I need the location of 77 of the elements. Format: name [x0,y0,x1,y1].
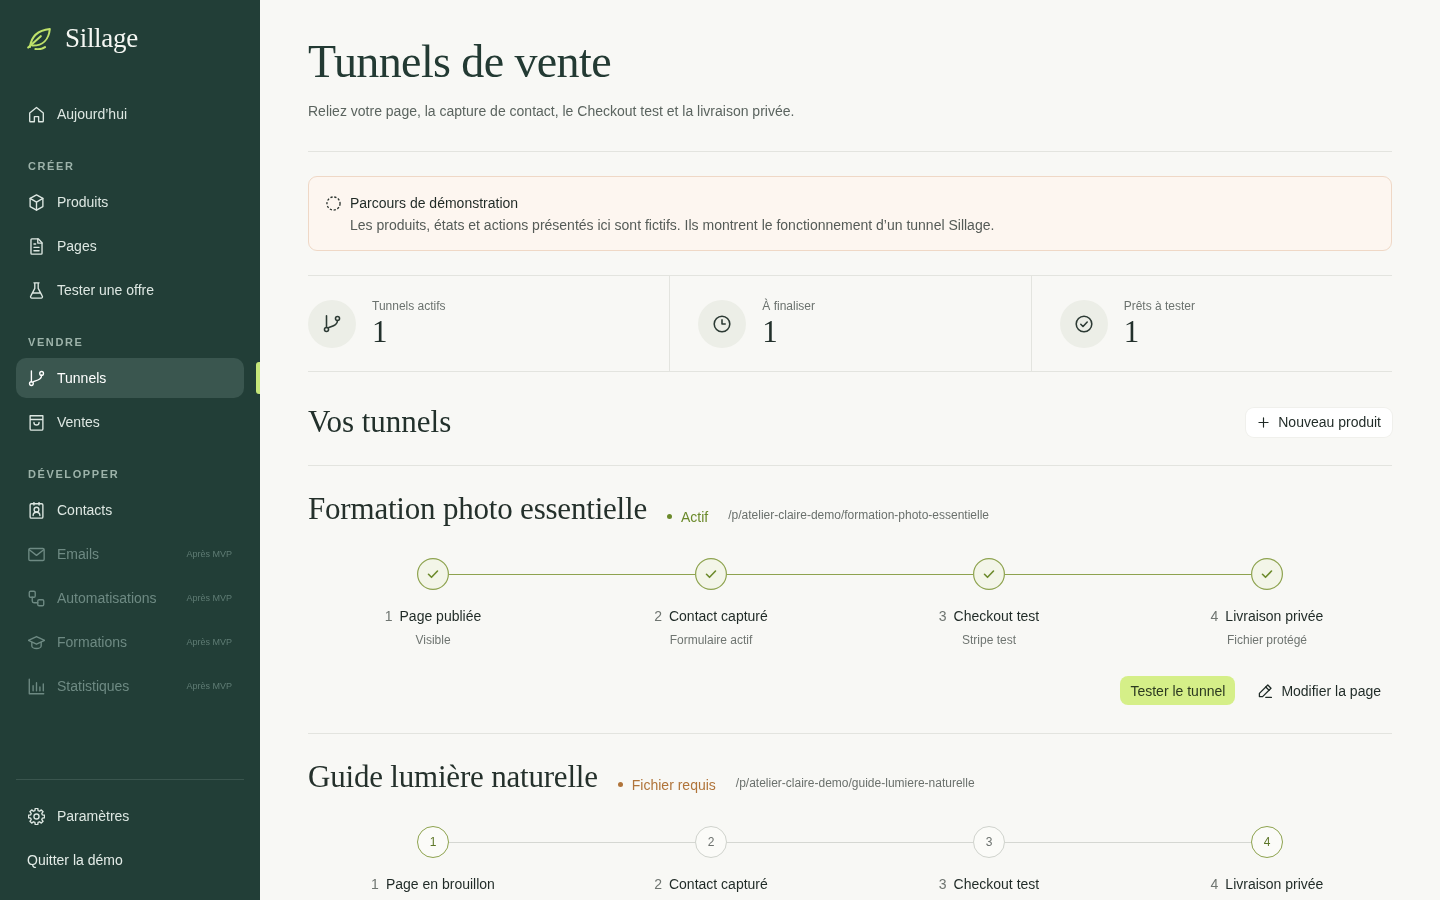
step-title: Contact capturé [668,607,768,626]
graduation-cap-icon [28,633,45,651]
step-title: Checkout test [953,607,1040,626]
page-url: /p/atelier-claire-demo/guide-lumiere-naturelle [735,776,975,790]
step-title: Livraison privée [1225,875,1324,894]
step-title: Livraison privée [1225,607,1324,626]
step-number: 1 [384,607,393,626]
step-title: Contact capturé [668,875,768,894]
bar-chart-icon [28,677,45,695]
new-product-button[interactable]: Nouveau produit [1246,407,1392,437]
tunnel-title: Guide lumière naturelle [308,759,598,795]
leaf-logo-icon [27,26,51,50]
step-detail: Formulaire actif [669,632,753,648]
nav-item[interactable]: Aujourd’hui [16,94,244,134]
edit-page-button[interactable]: Modifier la page [1246,676,1392,705]
notice-text: Les produits, états et actions présentés ici sont fictifs. Ils montrent le fonctionnement d’un tunnel Sillage. [350,216,995,235]
step-number: 2 [654,875,662,894]
stat-value: 1 [1123,314,1140,350]
nav-item[interactable]: Tester une offre [16,270,244,310]
step-marker: 3 [973,826,1005,858]
step-number: 3 [938,875,947,894]
step-title: Page publiée [399,607,482,626]
nav-item[interactable]: Paramètres [16,796,244,836]
step-number: 4 [1210,875,1219,894]
step-number: 3 [938,607,947,626]
test-tunnel-button[interactable]: Tester le tunnel [1120,676,1236,705]
stat-value: 1 [762,314,778,350]
contact-card-icon [28,501,45,519]
plus-icon [1257,415,1271,429]
step-detail: Fichier protégé [1226,632,1307,648]
branch-icon [28,369,45,387]
section-heading: VENDRE [28,335,84,350]
mail-icon [28,545,45,563]
status-label: Actif [681,508,709,525]
nav-item[interactable]: Contacts [16,490,244,530]
exit-link[interactable]: Quitter la démo [27,840,123,880]
step-title: Checkout test [953,875,1040,894]
stat-label: Tunnels actifs [372,298,446,314]
status-label: Fichier requis [631,776,716,793]
active-indicator [256,362,260,394]
step-number: 1 [371,875,379,894]
step-detail: Visible [415,632,451,648]
dashed-circle-icon [326,195,341,211]
section-heading: CRÉER [28,159,75,174]
tunnel-title: Formation photo essentielle [308,491,647,527]
nav-item[interactable]: Ventes [16,402,244,442]
flask-icon [28,281,45,299]
nav-item[interactable]: Pages [16,226,244,266]
step-marker: 4 [1251,826,1283,858]
step-number: 2 [654,607,662,626]
step-detail: Stripe test [962,632,1016,648]
check-circle-icon [1059,300,1108,348]
stat-label: Prêts à tester [1123,298,1196,314]
brand-name: Sillage [65,22,138,55]
nav-item[interactable]: Tunnels [16,358,244,398]
home-icon [28,105,45,123]
page-url: /p/atelier-claire-demo/formation-photo-essentielle [728,508,990,522]
branch-icon [308,300,356,348]
clock-icon [698,300,747,348]
step-title: Page en brouillon [385,875,495,894]
section-title: Vos tunnels [308,403,452,441]
notice-title: Parcours de démonstration [350,194,519,213]
workflow-icon [28,589,45,607]
step-marker: 1 [417,826,449,858]
bag-icon [28,413,45,431]
step-marker: 2 [695,826,727,858]
section-heading: DÉVELOPPER [28,467,120,482]
page-title: Tunnels de vente [308,36,611,88]
document-icon [28,237,45,255]
cube-icon [28,193,45,211]
page-subtitle: Reliez votre page, la capture de contact, le Checkout test et la livraison privée. [308,102,795,121]
step-number: 4 [1210,607,1219,626]
stat-label: À finaliser [762,298,815,314]
pencil-icon [1257,682,1274,699]
nav-item[interactable]: Produits [16,182,244,222]
settings-icon [28,807,45,825]
stat-value: 1 [372,314,388,350]
